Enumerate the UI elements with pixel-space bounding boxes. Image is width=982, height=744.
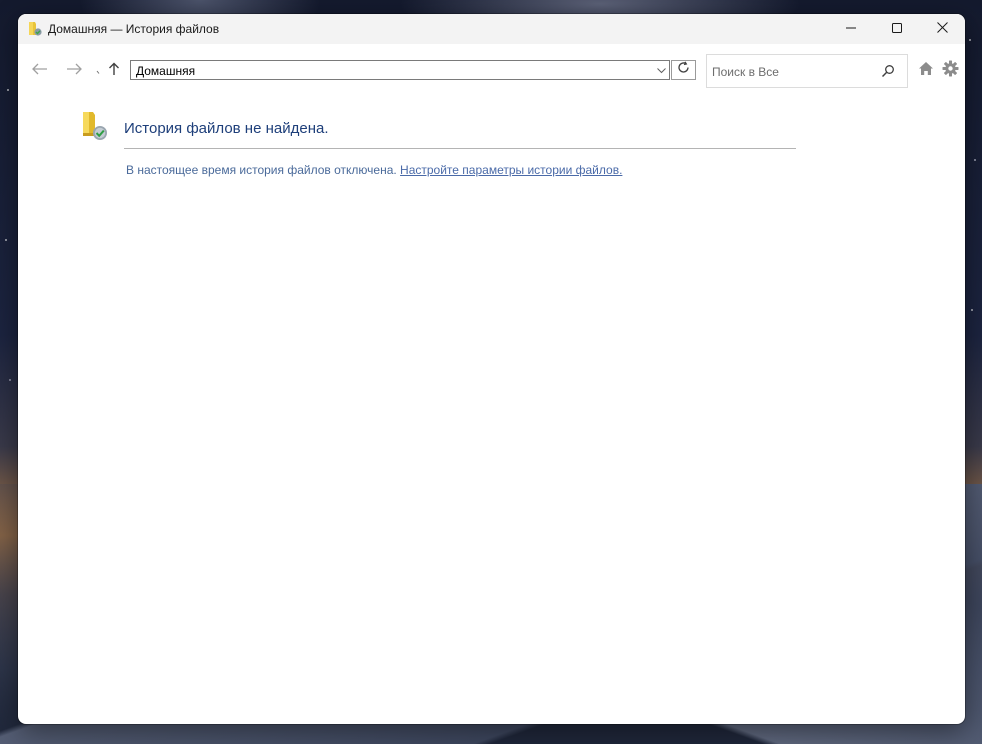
home-button[interactable] (916, 61, 936, 81)
close-icon (936, 20, 948, 38)
home-icon (918, 61, 934, 81)
chevron-down-icon (656, 61, 666, 79)
chevron-down-small-icon (96, 62, 102, 80)
search-icon[interactable] (881, 64, 895, 78)
up-button[interactable] (104, 60, 124, 82)
file-history-folder-icon (28, 21, 42, 37)
refresh-icon (677, 61, 690, 79)
minimize-button[interactable] (828, 14, 874, 44)
address-dropdown-button[interactable] (653, 61, 669, 79)
page-title: История файлов не найдена. (124, 120, 329, 137)
status-message: В настоящее время история файлов отключе… (126, 163, 622, 177)
forward-button[interactable] (61, 60, 87, 82)
file-history-large-icon (80, 110, 110, 142)
close-button[interactable] (919, 14, 965, 44)
title-bar[interactable]: Домашняя — История файлов (18, 14, 965, 44)
arrow-left-icon (32, 62, 48, 80)
configure-settings-link[interactable]: Настройте параметры истории файлов. (400, 163, 622, 177)
file-history-window: Домашняя — История файлов Домашняя Поиск… (18, 14, 965, 724)
search-input[interactable]: Поиск в Все (712, 65, 779, 79)
arrow-up-icon (108, 62, 120, 81)
gear-icon (942, 60, 959, 82)
window-title: Домашняя — История файлов (48, 22, 220, 36)
status-text: В настоящее время история файлов отключе… (126, 163, 397, 177)
back-button[interactable] (27, 60, 53, 82)
maximize-button[interactable] (874, 14, 920, 44)
address-bar[interactable]: Домашняя (130, 60, 670, 80)
address-value: Домашняя (136, 64, 196, 78)
refresh-button[interactable] (671, 60, 696, 80)
navigation-toolbar: Домашняя Поиск в Все (18, 44, 965, 96)
maximize-icon (892, 20, 902, 38)
minimize-icon (846, 20, 856, 38)
arrow-right-icon (66, 62, 82, 80)
settings-button[interactable] (940, 60, 960, 82)
heading-divider (124, 148, 796, 149)
search-box[interactable]: Поиск в Все (706, 54, 908, 88)
